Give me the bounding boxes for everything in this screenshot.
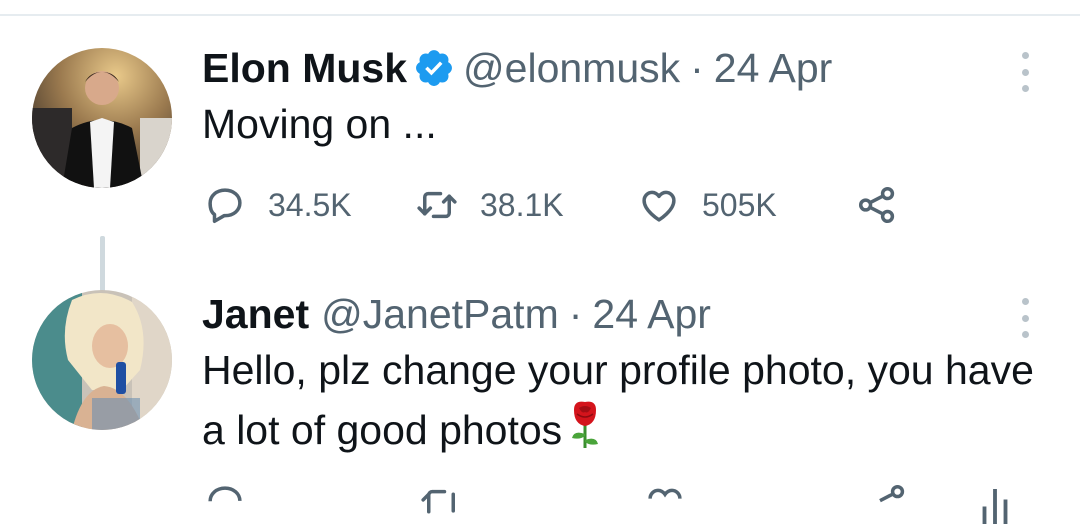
like-count: 505K [702,186,777,223]
tweet-text: Hello, plz change your profile photo, yo… [202,340,1042,460]
avatar-image [32,290,172,430]
retweet-icon [417,191,457,219]
like-icon[interactable] [644,482,686,524]
display-name[interactable]: Elon Musk [202,45,407,92]
verified-badge-icon [413,47,455,89]
top-divider [0,14,1080,16]
share-icon [858,186,895,224]
more-options-icon[interactable] [1015,298,1035,338]
like-button[interactable]: 505K [638,180,777,230]
separator-dot: · [568,290,583,337]
rose-emoji-icon [566,400,604,450]
display-name[interactable]: Janet [202,291,309,338]
avatar[interactable] [32,290,172,430]
separator-dot: · [690,44,704,91]
share-icon[interactable] [866,482,908,524]
user-handle[interactable]: @elonmusk [463,45,680,92]
avatar-image [32,48,172,188]
analytics-icon[interactable] [974,482,1016,524]
tweet-actions: 34.5K 38.1K 505K [200,180,960,230]
tweet[interactable]: Elon Musk @elonmusk · 24 Apr Moving on .… [0,40,1080,324]
tweet-actions [200,482,1030,524]
retweet-count: 38.1K [480,186,564,223]
tweet[interactable]: Janet @JanetPatm · 24 Apr Hello, plz cha… [0,286,1080,524]
user-handle[interactable]: @JanetPatm [321,291,559,338]
tweet-header: Elon Musk @elonmusk · 24 Apr [202,40,832,96]
reply-icon [208,188,242,224]
more-options-icon[interactable] [1015,52,1035,92]
retweet-icon[interactable] [420,482,462,524]
tweet-date[interactable]: 24 Apr [592,291,711,338]
reply-icon[interactable] [204,482,246,524]
tweet-text: Moving on ... [202,101,437,147]
tweet-date[interactable]: 24 Apr [714,45,833,92]
reply-count: 34.5K [268,186,352,223]
share-button[interactable] [856,180,920,230]
retweet-button[interactable]: 38.1K [416,180,564,230]
avatar[interactable] [32,48,172,188]
reply-button[interactable]: 34.5K [204,180,352,230]
tweet-text-content: Hello, plz change your profile photo, yo… [202,347,1034,453]
tweet-header: Janet @JanetPatm · 24 Apr [202,286,711,342]
like-icon [642,190,676,222]
